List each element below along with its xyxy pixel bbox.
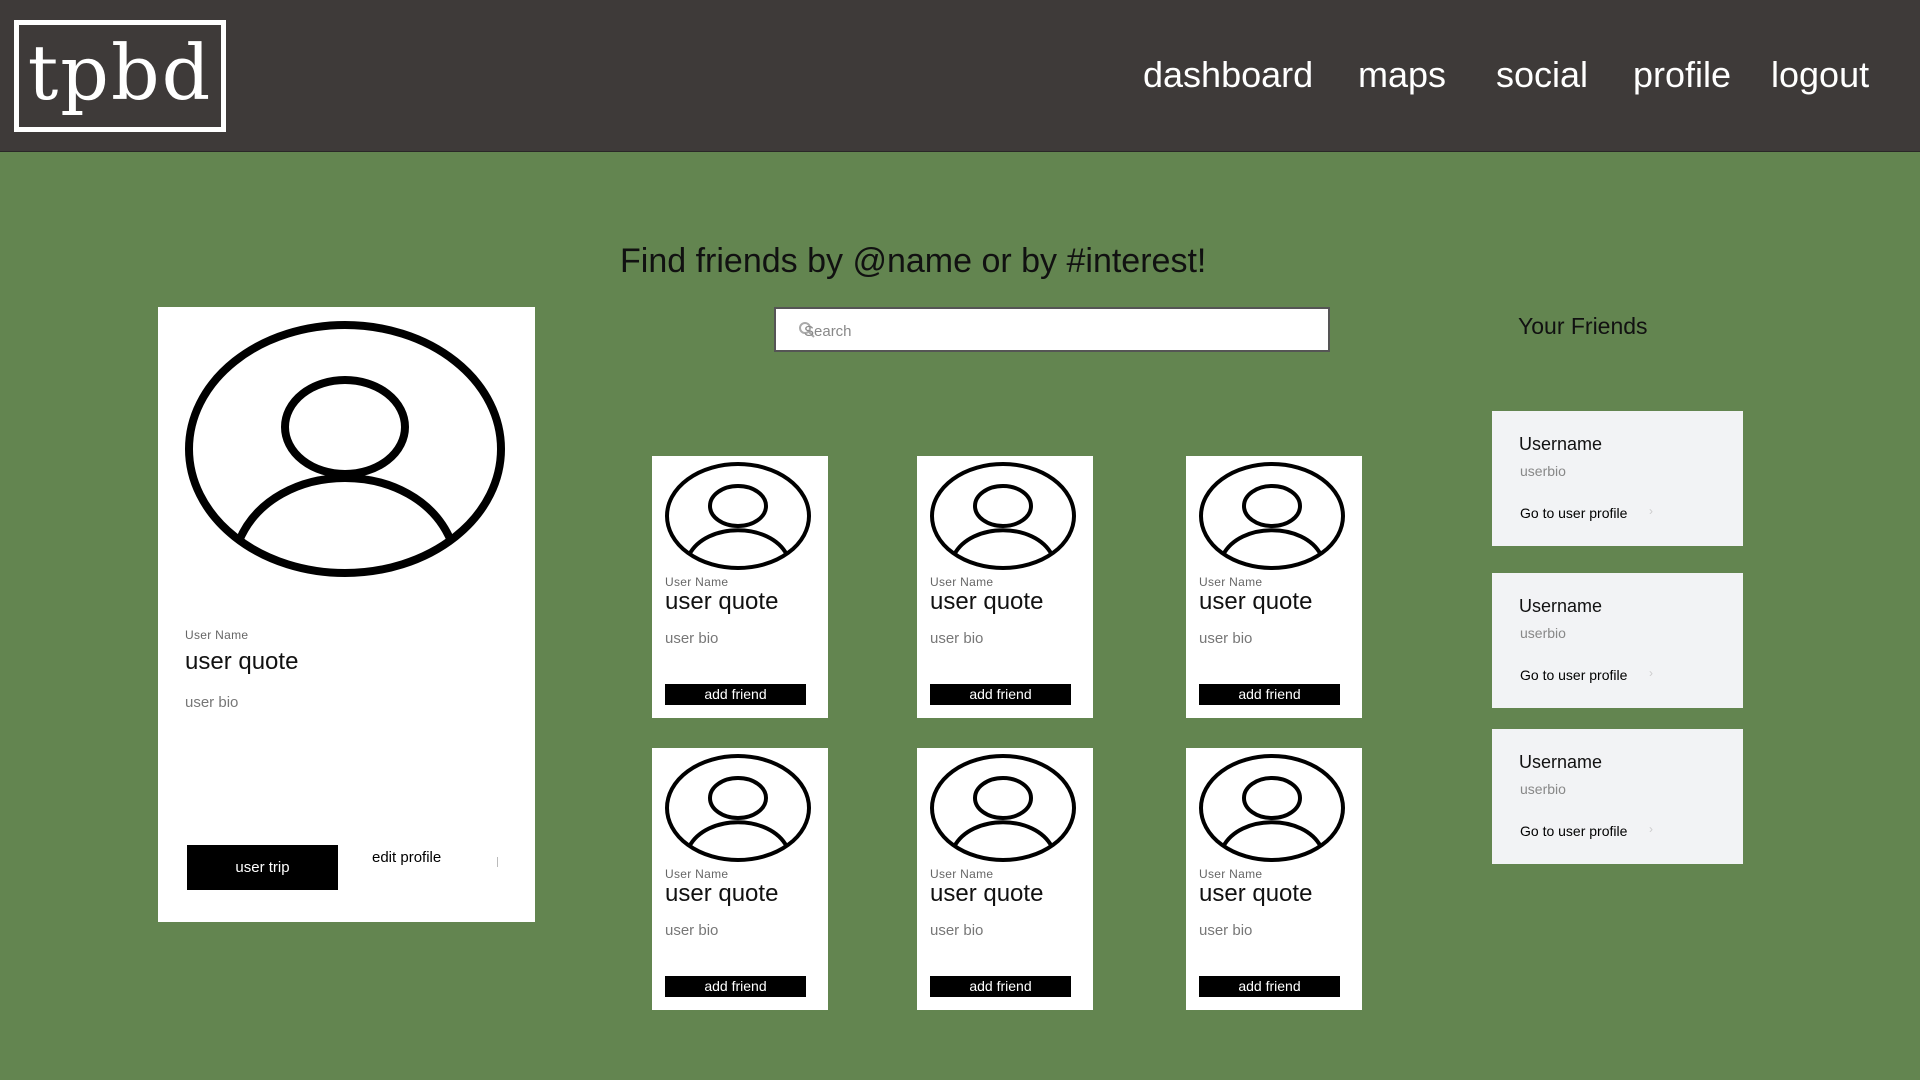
friend-card: Username userbio Go to user profile › [1492,729,1743,864]
result-bio: user bio [665,630,719,647]
go-to-profile-link[interactable]: Go to user profile [1520,823,1627,839]
avatar-icon [665,462,811,570]
friend-username: Username [1519,434,1603,454]
user-trip-button[interactable]: user trip [187,845,338,890]
avatar-icon [930,462,1076,570]
avatar-icon [1199,462,1345,570]
result-user-name: User Name [930,867,994,881]
top-navigation-bar: tpbd dashboard maps social profile logou… [0,0,1920,152]
profile-quote: user quote [185,648,299,675]
result-user-name: User Name [1199,867,1263,881]
profile-user-name: User Name [185,628,249,642]
friends-title: Your Friends [1518,313,1648,339]
avatar-icon [185,321,505,577]
user-result-card: User Name user quote user bio add friend [652,456,828,718]
nav-dashboard[interactable]: dashboard [1143,53,1313,97]
chevron-right-icon: › [1649,666,1653,680]
chevron-right-icon: › [1649,504,1653,518]
add-friend-button[interactable]: add friend [665,976,806,997]
friend-username: Username [1519,596,1603,616]
divider [497,857,498,867]
friend-username: Username [1519,752,1603,772]
user-result-card: User Name user quote user bio add friend [917,456,1093,718]
search-bar[interactable] [774,307,1330,352]
add-friend-button[interactable]: add friend [1199,976,1340,997]
nav-profile[interactable]: profile [1633,53,1731,97]
add-friend-button[interactable]: add friend [930,684,1071,705]
result-user-name: User Name [665,867,729,881]
result-bio: user bio [1199,922,1253,939]
friend-bio: userbio [1520,625,1566,641]
nav-logout[interactable]: logout [1771,53,1869,97]
avatar-icon [930,754,1076,862]
nav-maps[interactable]: maps [1358,53,1446,97]
add-friend-button[interactable]: add friend [665,684,806,705]
chevron-right-icon: › [1649,822,1653,836]
result-quote: user quote [665,588,779,615]
go-to-profile-link[interactable]: Go to user profile [1520,667,1627,683]
page-headline: Find friends by @name or by #interest! [620,242,1207,280]
user-result-card: User Name user quote user bio add friend [1186,748,1362,1010]
avatar-icon [665,754,811,862]
result-bio: user bio [665,922,719,939]
avatar-icon [1199,754,1345,862]
result-bio: user bio [930,630,984,647]
result-bio: user bio [1199,630,1253,647]
result-quote: user quote [1199,880,1313,907]
user-result-card: User Name user quote user bio add friend [652,748,828,1010]
friend-bio: userbio [1520,463,1566,479]
search-input[interactable] [802,317,1316,345]
friend-bio: userbio [1520,781,1566,797]
edit-profile-link[interactable]: edit profile [372,849,441,866]
go-to-profile-link[interactable]: Go to user profile [1520,505,1627,521]
user-result-card: User Name user quote user bio add friend [917,748,1093,1010]
result-quote: user quote [665,880,779,907]
result-user-name: User Name [1199,575,1263,589]
friend-card: Username userbio Go to user profile › [1492,573,1743,708]
user-result-card: User Name user quote user bio add friend [1186,456,1362,718]
result-bio: user bio [930,922,984,939]
friend-card: Username userbio Go to user profile › [1492,411,1743,546]
my-profile-card: User Name user quote user bio user trip … [158,307,535,922]
nav-social[interactable]: social [1496,53,1588,97]
add-friend-button[interactable]: add friend [1199,684,1340,705]
logo[interactable]: tpbd [14,20,226,132]
result-user-name: User Name [665,575,729,589]
result-user-name: User Name [930,575,994,589]
result-quote: user quote [930,588,1044,615]
result-quote: user quote [1199,588,1313,615]
result-quote: user quote [930,880,1044,907]
profile-bio: user bio [185,694,239,711]
add-friend-button[interactable]: add friend [930,976,1071,997]
